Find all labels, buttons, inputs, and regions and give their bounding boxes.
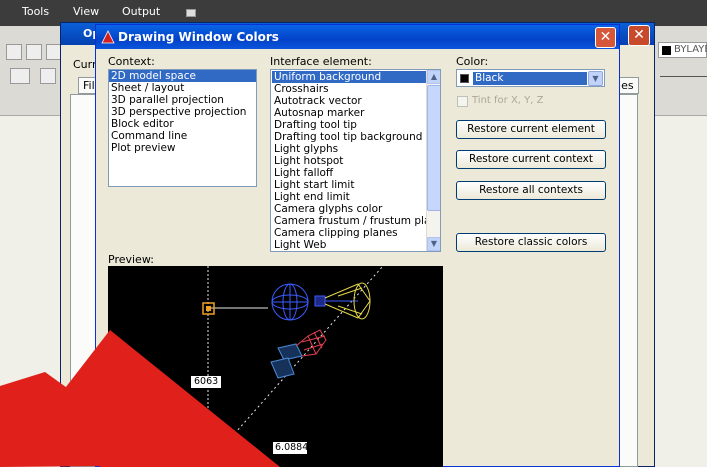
red-arrow-overlay: [0, 330, 280, 467]
arrow-head: [52, 330, 280, 467]
